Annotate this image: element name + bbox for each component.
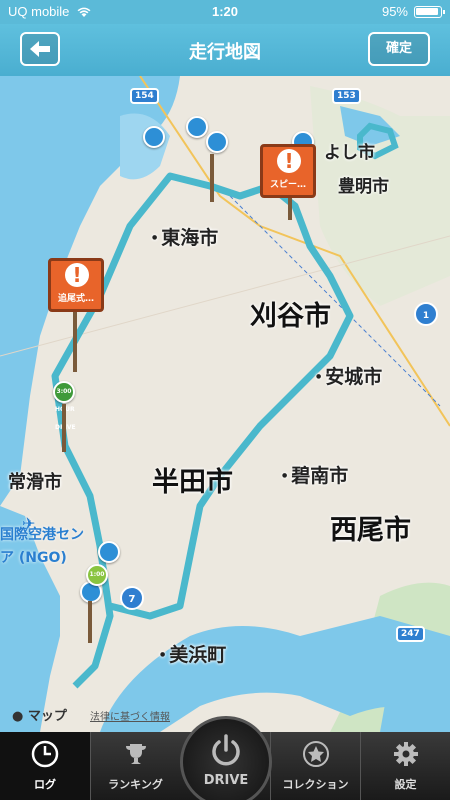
exclamation-icon: ! [65, 263, 89, 287]
tab-settings[interactable]: 設定 [361, 732, 450, 800]
city-label-handa: 半田市 [152, 467, 233, 498]
airport-name-line1: 国際空港セン [0, 527, 84, 543]
city-label-anjo: 安城市 [316, 362, 382, 389]
legal-link[interactable]: 法律に基づく情報 [90, 708, 170, 723]
route-shield-247: 247 [396, 626, 425, 642]
tab-settings-label: 設定 [394, 778, 417, 791]
city-label-tokai: 東海市 [152, 223, 218, 250]
route-map[interactable]: 東海市 刈谷市 安城市 半田市 碧南市 西尾市 常滑市 美浜町 豊明市 よし市 … [0, 76, 450, 732]
route-shield-153: 153 [332, 88, 361, 104]
city-label-tokoname: 常滑市 [8, 472, 62, 493]
drive-time-pin[interactable]: 3:00 HOUR DRIVE [53, 381, 76, 431]
tab-collection-label: コレクション [282, 778, 349, 791]
drive-time-pin-label: 1:00 [89, 571, 105, 578]
tab-log-label: ログ [34, 778, 56, 791]
tab-ranking[interactable]: ランキング [91, 732, 180, 800]
clock-icon [31, 740, 59, 768]
city-label-kariya: 刈谷市 [250, 301, 331, 332]
warning-sign-label: 追尾式… [57, 294, 94, 304]
warning-sign-label: スピー… [269, 180, 306, 190]
airplane-icon: ✈ [22, 514, 36, 533]
confirm-button[interactable]: 確定 [368, 32, 430, 66]
battery-percentage: 95% [381, 4, 408, 19]
gear-icon [393, 742, 418, 766]
power-icon [212, 734, 240, 766]
tab-collection[interactable]: コレクション [271, 732, 360, 800]
exclamation-icon: ! [277, 149, 301, 173]
map-pin-blue[interactable] [186, 116, 208, 138]
status-bar: UQ mobile 1:20 95% [0, 0, 450, 24]
warning-sign[interactable]: ! スピー… [260, 144, 316, 198]
city-label-obu-fragment: よし市 [324, 143, 375, 163]
city-label-hekinan: 碧南市 [282, 461, 348, 488]
navigation-bar: 走行地図 確定 [0, 24, 450, 76]
map-pin-blue[interactable] [143, 126, 165, 148]
drive-button[interactable]: DRIVE [180, 716, 272, 800]
airport-name-line2: ア (NGO) [0, 550, 67, 566]
tab-log[interactable]: ログ [0, 732, 90, 800]
city-label-mihama: 美浜町 [160, 640, 226, 667]
map-pin-blue[interactable] [206, 131, 228, 153]
maps-label: マップ [27, 709, 67, 724]
apple-maps-attribution: ● マップ [12, 705, 67, 724]
city-label-toyoake: 豊明市 [338, 177, 389, 197]
battery-icon [414, 6, 445, 18]
star-badge-icon [302, 741, 329, 767]
route-shield-154: 154 [130, 88, 159, 104]
apple-logo-icon: ● [12, 709, 24, 724]
route-shield-1: 1 [414, 302, 438, 326]
map-pin-blue[interactable] [98, 541, 120, 563]
tab-ranking-label: ランキング [108, 778, 163, 791]
airport-label: ✈ 国際空港セン ア (NGO) [0, 514, 84, 570]
drive-time-pin[interactable]: 1:00 [86, 564, 108, 586]
city-label-nishio: 西尾市 [330, 515, 411, 546]
trophy-icon [125, 744, 146, 764]
route-shield-7: 7 [120, 586, 144, 610]
warning-sign[interactable]: ! 追尾式… [48, 258, 104, 312]
drive-button-label: DRIVE [203, 773, 249, 788]
